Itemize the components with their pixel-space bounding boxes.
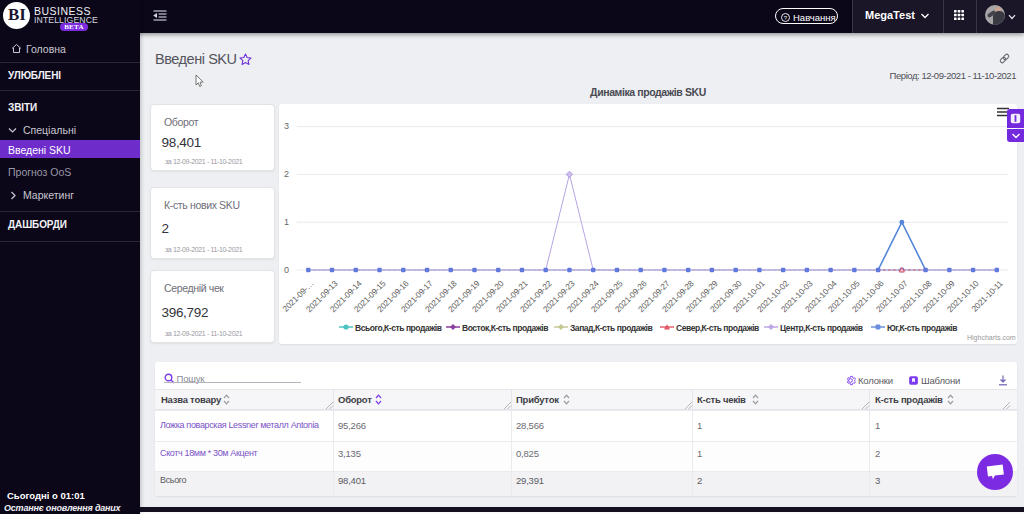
svg-text:?: ?	[784, 14, 788, 20]
